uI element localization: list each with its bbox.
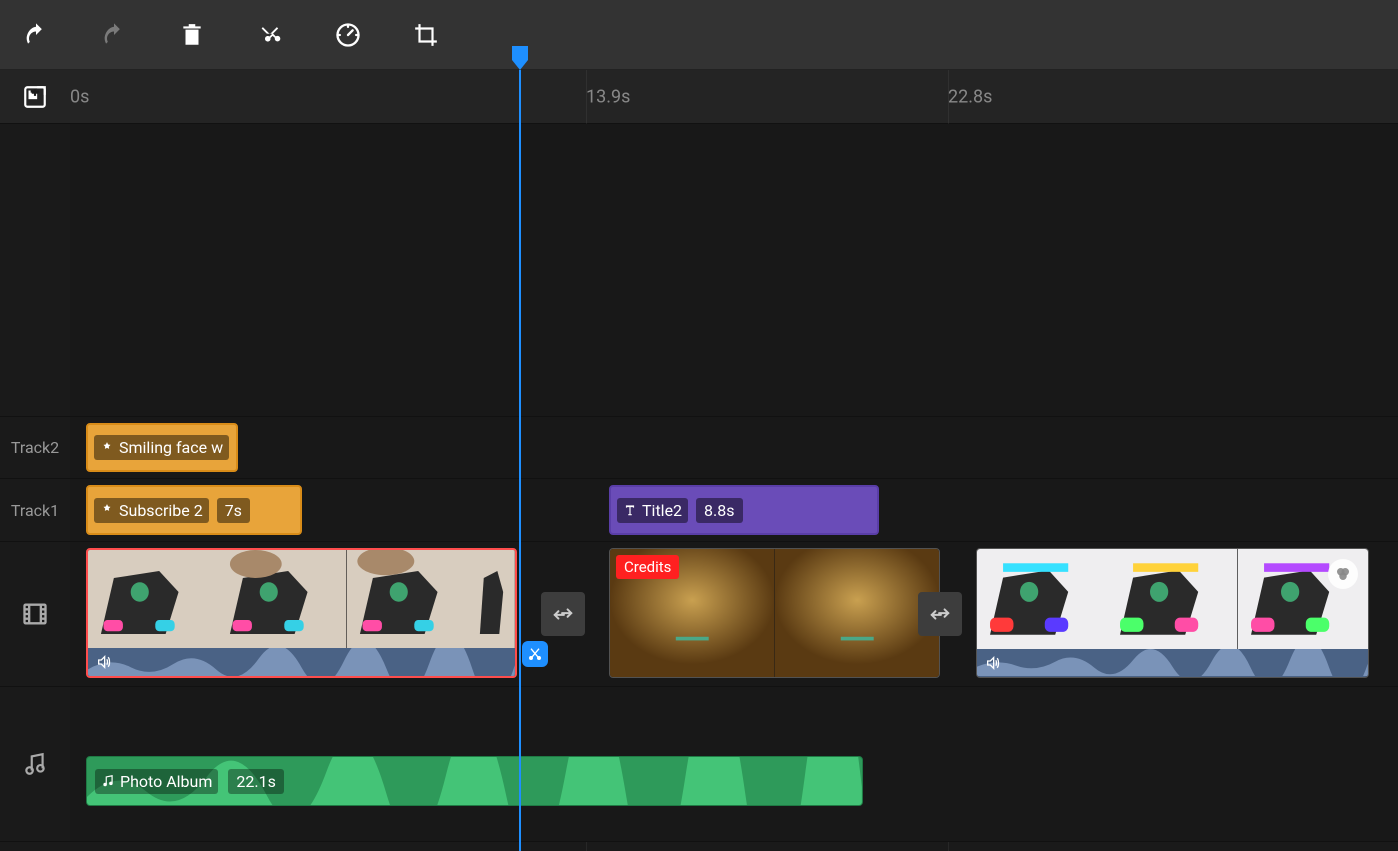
video-clip-1[interactable] xyxy=(86,548,517,678)
timeline-tracks: Track2 Smiling face w Track1 Subscribe 2… xyxy=(0,124,1398,842)
sticker-icon: Smiling face w xyxy=(94,435,229,460)
credits-badge: Credits xyxy=(616,555,679,579)
clip-label: Title2 xyxy=(642,501,682,520)
ruler-tick-label: 0s xyxy=(70,86,89,107)
clip-filter-icon[interactable] xyxy=(1328,559,1358,589)
transition-button[interactable] xyxy=(918,592,962,636)
overlay-lane-1[interactable]: Subscribe 2 7s Title2 8.8s xyxy=(70,479,1398,541)
audio-track-icon xyxy=(0,687,70,841)
clip-label: Photo Album xyxy=(120,772,212,791)
audio-lane[interactable]: Photo Album 22.1s xyxy=(70,687,1398,841)
music-icon: Photo Album xyxy=(95,769,218,794)
toolbar xyxy=(0,0,1398,70)
playhead-handle[interactable] xyxy=(510,46,530,70)
speed-button[interactable] xyxy=(332,19,364,51)
ruler-tick-label: 13.9s xyxy=(586,86,630,107)
video-thumbnails: Credits xyxy=(610,549,939,677)
clip-subscribe-2[interactable]: Subscribe 2 7s xyxy=(86,485,302,535)
text-icon: Title2 xyxy=(617,498,688,523)
track-gutter xyxy=(0,124,70,416)
add-track-button[interactable] xyxy=(0,70,70,123)
audio-clip-photo-album[interactable]: Photo Album 22.1s xyxy=(86,756,863,806)
clip-title2[interactable]: Title2 8.8s xyxy=(609,485,879,535)
track-lane-empty[interactable] xyxy=(70,124,1398,416)
redo-button[interactable] xyxy=(98,19,130,51)
clip-label: Smiling face w xyxy=(119,438,223,457)
overlay-track-1: Track1 Subscribe 2 7s Title2 8.8s xyxy=(0,479,1398,542)
transition-button[interactable] xyxy=(541,592,585,636)
video-lane[interactable]: Credits xyxy=(70,542,1398,686)
track-spacer xyxy=(0,124,1398,417)
track-label-2: Track2 xyxy=(0,417,70,478)
split-at-playhead-button[interactable] xyxy=(522,641,548,667)
overlay-lane-2[interactable]: Smiling face w xyxy=(70,417,1398,478)
ruler-ticks[interactable]: 0s 13.9s 22.8s xyxy=(70,70,1398,123)
undo-button[interactable] xyxy=(20,19,52,51)
video-track: Credits xyxy=(0,542,1398,687)
video-thumbnails xyxy=(88,550,515,648)
clip-duration: 22.1s xyxy=(228,769,283,794)
video-clip-3[interactable] xyxy=(976,548,1369,678)
audio-track: Photo Album 22.1s xyxy=(0,687,1398,842)
clip-smiling-face[interactable]: Smiling face w xyxy=(86,423,238,472)
track-label-1: Track1 xyxy=(0,479,70,541)
overlay-track-2: Track2 Smiling face w xyxy=(0,417,1398,479)
video-track-icon xyxy=(0,542,70,686)
clip-duration: 7s xyxy=(217,498,250,523)
clip-label: Subscribe 2 xyxy=(119,501,203,520)
clip-duration: 8.8s xyxy=(696,498,742,523)
cut-button[interactable] xyxy=(254,19,286,51)
sticker-icon: Subscribe 2 xyxy=(94,498,209,523)
delete-button[interactable] xyxy=(176,19,208,51)
ruler-tick-label: 22.8s xyxy=(948,86,992,107)
video-thumbnails xyxy=(977,549,1368,649)
clip-waveform xyxy=(88,648,515,676)
timeline-ruler[interactable]: 0s 13.9s 22.8s xyxy=(0,70,1398,124)
video-clip-2[interactable]: Credits xyxy=(609,548,940,678)
clip-waveform xyxy=(977,649,1368,677)
crop-button[interactable] xyxy=(410,19,442,51)
